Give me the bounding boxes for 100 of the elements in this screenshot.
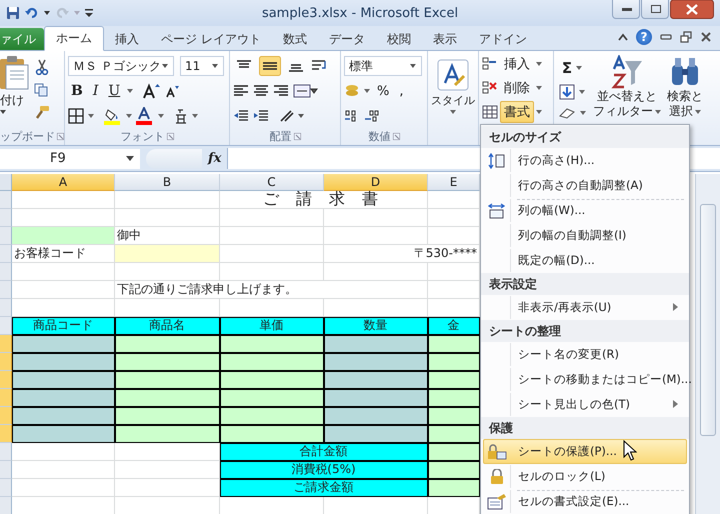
- name-box[interactable]: F9: [0, 148, 140, 168]
- ribbon-tab[interactable]: 挿入: [104, 28, 150, 50]
- cells-menu-button[interactable]: 挿入: [500, 53, 534, 75]
- copy-icon[interactable]: [34, 83, 50, 97]
- menu-item[interactable]: 非表示/再表示(U): [483, 295, 687, 320]
- insert-cells-icon[interactable]: [482, 57, 498, 71]
- caret-icon[interactable]: [88, 114, 94, 118]
- table-icon[interactable]: [482, 105, 498, 119]
- merge-cells-icon[interactable]: [293, 84, 319, 98]
- decrease-decimal-icon[interactable]: [364, 109, 380, 123]
- caret-icon[interactable]: [126, 114, 132, 118]
- caret-icon[interactable]: [410, 64, 416, 68]
- orientation-icon[interactable]: [279, 109, 305, 123]
- caret-icon[interactable]: [536, 110, 542, 114]
- menu-item[interactable]: シート名の変更(R): [483, 342, 687, 367]
- delete-cells-icon[interactable]: [482, 81, 498, 95]
- menu-item[interactable]: シート見出しの色(T): [483, 392, 687, 417]
- font-color-icon[interactable]: [136, 107, 154, 125]
- increase-indent-icon[interactable]: [253, 109, 269, 123]
- comma-button[interactable]: ,: [396, 84, 406, 98]
- caret-icon[interactable]: [158, 114, 164, 118]
- ribbon-tab[interactable]: 表示: [422, 28, 468, 50]
- column-header[interactable]: D: [324, 174, 428, 191]
- brush-icon[interactable]: [34, 105, 50, 119]
- styles-icon[interactable]: [437, 59, 469, 91]
- menu-item[interactable]: 列の幅(W)...: [483, 198, 687, 223]
- menu-item[interactable]: 既定の幅(D)...: [483, 248, 687, 273]
- caret-icon[interactable]: [364, 89, 370, 93]
- column-header[interactable]: C: [220, 174, 324, 191]
- find-select-button[interactable]: 選択: [669, 104, 693, 119]
- caret-icon[interactable]: [579, 90, 585, 94]
- column-header[interactable]: A: [12, 174, 115, 191]
- close-button[interactable]: [670, 0, 714, 19]
- font-size-field[interactable]: 11: [180, 56, 224, 76]
- grow-font-icon[interactable]: [143, 83, 162, 99]
- italic-button[interactable]: I: [90, 83, 102, 99]
- column-header[interactable]: E: [428, 174, 480, 191]
- save-icon[interactable]: [6, 6, 20, 20]
- caret-icon[interactable]: [536, 62, 542, 66]
- help-icon[interactable]: ?: [636, 29, 652, 45]
- restore-button[interactable]: [641, 0, 669, 19]
- minimize-icon[interactable]: [660, 34, 672, 40]
- borders-icon[interactable]: [68, 108, 84, 124]
- vertical-scrollbar[interactable]: [695, 174, 720, 514]
- sort-filter-icon[interactable]: [611, 55, 643, 89]
- ribbon-tab[interactable]: 数式: [272, 28, 318, 50]
- eraser-icon[interactable]: [558, 107, 576, 120]
- bold-button[interactable]: B: [68, 83, 86, 99]
- caret-icon[interactable]: [655, 110, 661, 114]
- insert-function-button[interactable]: fx: [202, 151, 228, 166]
- caret-icon[interactable]: [576, 66, 582, 70]
- menu-item[interactable]: セルのロック(L): [483, 464, 687, 489]
- menu-item[interactable]: セルの書式設定(E)...: [483, 489, 687, 514]
- dialog-launcher-icon[interactable]: [57, 133, 64, 140]
- column-header[interactable]: B: [115, 174, 220, 191]
- collapse-ribbon-icon[interactable]: [618, 33, 628, 41]
- menu-item[interactable]: シートの保護(P)...: [483, 439, 687, 464]
- align-center-icon[interactable]: [253, 84, 269, 98]
- caret-icon[interactable]: [126, 156, 134, 161]
- minimize-button[interactable]: [612, 0, 640, 19]
- caret-icon[interactable]: [0, 110, 6, 114]
- underline-button[interactable]: U: [105, 83, 124, 99]
- font-name-field[interactable]: ＭＳ Ｐゴシック: [68, 56, 174, 76]
- caret-icon[interactable]: [450, 110, 456, 114]
- caret-icon[interactable]: [580, 111, 586, 116]
- cells-menu-button[interactable]: 書式: [500, 101, 534, 123]
- scissors-icon[interactable]: [35, 59, 49, 75]
- styles-button[interactable]: スタイル: [431, 93, 475, 108]
- ribbon-tab[interactable]: 校閲: [376, 28, 422, 50]
- close-icon[interactable]: [700, 32, 712, 42]
- shrink-font-icon[interactable]: [165, 84, 182, 98]
- menu-item[interactable]: 行の高さの自動調整(A): [483, 173, 687, 198]
- sort-filter-button[interactable]: フィルター: [593, 104, 653, 119]
- caret-icon[interactable]: [162, 64, 168, 68]
- middle-align-button[interactable]: [259, 56, 281, 76]
- dialog-launcher-icon[interactable]: [392, 133, 400, 140]
- caret-icon[interactable]: [536, 86, 542, 90]
- menu-item[interactable]: 行の高さ(H)...: [483, 148, 687, 173]
- dialog-launcher-icon[interactable]: [166, 133, 174, 140]
- caret-icon[interactable]: [695, 110, 701, 114]
- paste-button[interactable]: 付け: [0, 92, 24, 109]
- dialog-launcher-icon[interactable]: [294, 133, 300, 140]
- align-left-icon[interactable]: [233, 84, 249, 98]
- autosum-button[interactable]: Σ: [562, 58, 572, 77]
- number-format-field[interactable]: 標準: [344, 56, 422, 76]
- resize-handle[interactable]: [146, 148, 202, 168]
- cells-menu-button[interactable]: 削除: [500, 77, 534, 99]
- customize-icon[interactable]: [85, 8, 93, 18]
- decrease-indent-icon[interactable]: [233, 109, 249, 123]
- ribbon-tab[interactable]: ページ レイアウト: [150, 28, 272, 50]
- sort-filter-button[interactable]: 並べ替えと: [597, 89, 657, 104]
- align-right-icon[interactable]: [273, 84, 289, 98]
- ribbon-tab[interactable]: データ: [318, 28, 376, 50]
- clipboard-icon[interactable]: [0, 55, 30, 91]
- phonetic-icon[interactable]: [174, 108, 188, 124]
- caret-icon[interactable]: [127, 89, 134, 93]
- fill-color-icon[interactable]: [104, 107, 122, 125]
- ribbon-tab[interactable]: ホーム: [44, 26, 104, 51]
- percent-button[interactable]: %: [374, 84, 392, 98]
- ribbon-tab[interactable]: アドイン: [468, 28, 538, 50]
